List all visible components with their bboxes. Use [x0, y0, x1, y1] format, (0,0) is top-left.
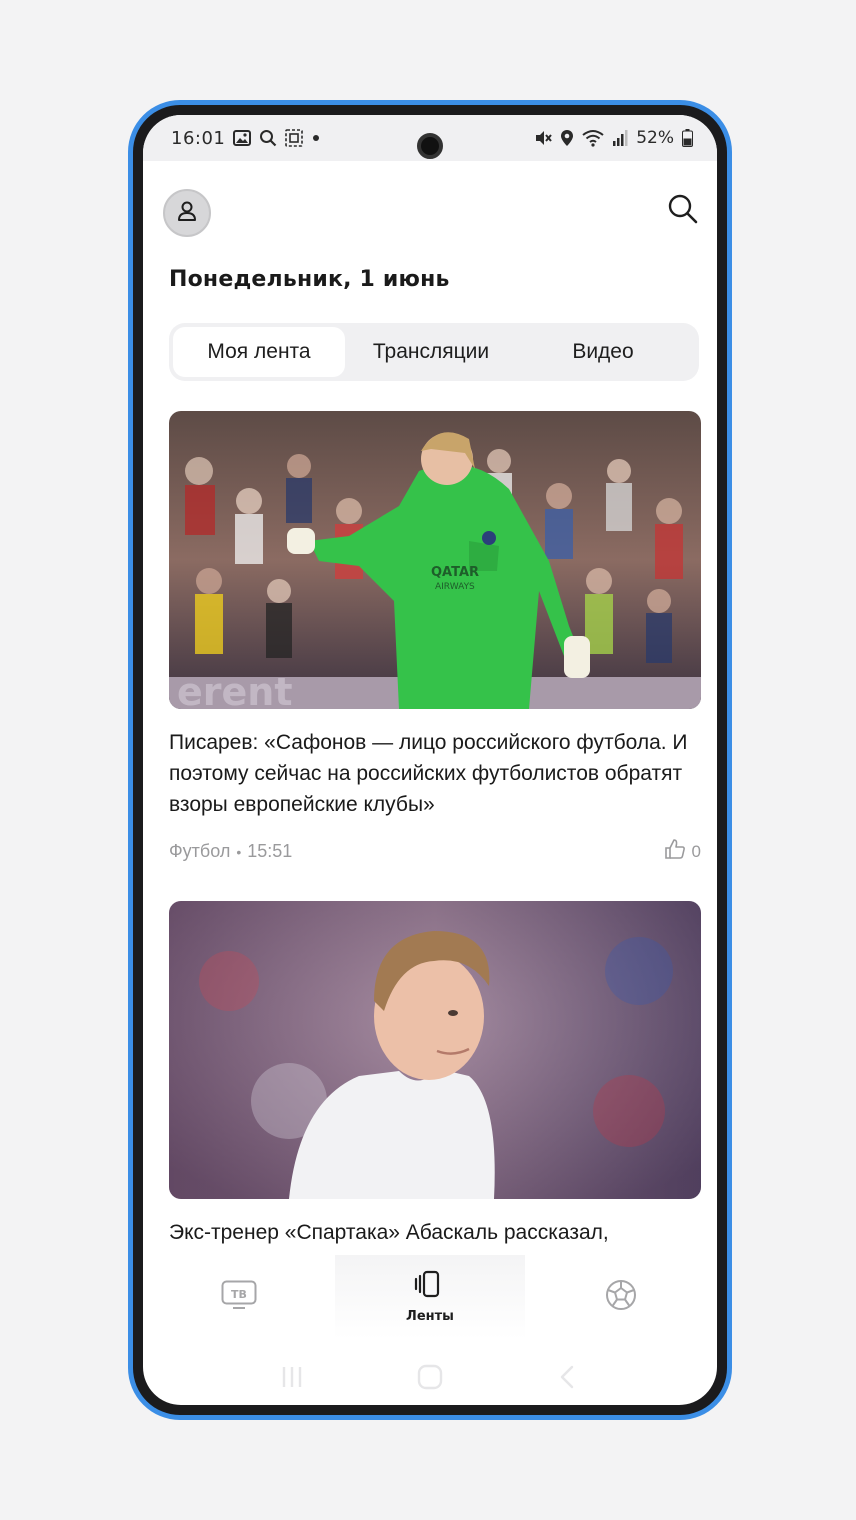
search-button[interactable]	[665, 193, 701, 229]
battery-percent: 52%	[636, 128, 674, 148]
article-card[interactable]: erent QATAR AIRWAYS Писарев: «Сафонов — …	[169, 411, 701, 865]
soccer-ball-icon	[605, 1279, 637, 1316]
wifi-icon	[582, 129, 604, 147]
svg-text:QATAR: QATAR	[431, 565, 479, 580]
feeds-icon	[414, 1270, 446, 1303]
recent-apps-icon[interactable]	[278, 1363, 306, 1396]
search-icon	[667, 193, 699, 230]
back-icon[interactable]	[554, 1363, 582, 1396]
dot-icon	[311, 133, 321, 143]
article-card[interactable]: Экс-тренер «Спартака» Абаскаль рассказал…	[169, 901, 701, 1248]
meta-separator: •	[236, 843, 242, 860]
nav-feeds[interactable]: Ленты	[334, 1255, 525, 1339]
feed-tabs: Моя лента Трансляции Видео	[169, 323, 699, 381]
screen: 16:01 52% Понедельник, 1 июнь Моя лента …	[143, 115, 717, 1405]
nav-tv[interactable]: ТВ	[144, 1255, 334, 1339]
svg-text:erent: erent	[177, 670, 293, 709]
profile-button[interactable]	[163, 189, 211, 237]
mute-icon	[534, 129, 552, 147]
screenshot-icon	[285, 129, 304, 147]
article-meta: Футбол • 15:51 0	[169, 838, 701, 865]
signal-icon	[612, 129, 628, 147]
nav-feeds-label: Ленты	[406, 1309, 454, 1324]
like-button[interactable]: 0	[664, 838, 701, 865]
app-header	[143, 171, 717, 243]
bottom-navigation: ТВ Ленты	[143, 1255, 717, 1339]
phone-bezel: 16:01 52% Понедельник, 1 июнь Моя лента …	[133, 105, 727, 1415]
system-navigation	[143, 1349, 717, 1405]
tv-icon: ТВ	[221, 1280, 257, 1315]
article-category: Футбол	[169, 841, 231, 861]
home-icon[interactable]	[416, 1363, 444, 1396]
tab-broadcasts[interactable]: Трансляции	[345, 327, 517, 377]
article-time: 15:51	[247, 841, 293, 861]
image-icon	[233, 130, 252, 146]
article-image[interactable]: erent QATAR AIRWAYS	[169, 411, 701, 709]
article-title[interactable]: Писарев: «Сафонов — лицо российского фут…	[169, 727, 701, 820]
status-bar-left: 16:01	[171, 128, 321, 149]
svg-text:AIRWAYS: AIRWAYS	[435, 582, 475, 592]
user-icon	[176, 199, 198, 228]
phone-frame: 16:01 52% Понедельник, 1 июнь Моя лента …	[128, 100, 732, 1420]
location-icon	[560, 129, 574, 147]
nav-sports[interactable]	[526, 1255, 716, 1339]
battery-icon	[682, 129, 693, 147]
tab-video[interactable]: Видео	[517, 327, 689, 377]
like-count: 0	[691, 841, 701, 861]
front-camera	[417, 133, 443, 159]
status-bar-right: 52%	[534, 128, 693, 148]
tab-my-feed[interactable]: Моя лента	[173, 327, 345, 377]
article-image[interactable]	[169, 901, 701, 1199]
search-icon	[259, 129, 277, 147]
page-title: Понедельник, 1 июнь	[169, 267, 450, 292]
thumbs-up-icon	[664, 838, 686, 865]
article-meta-left: Футбол • 15:51	[169, 841, 292, 862]
svg-text:ТВ: ТВ	[231, 1288, 247, 1301]
status-time: 16:01	[171, 127, 226, 149]
article-title[interactable]: Экс-тренер «Спартака» Абаскаль рассказал…	[169, 1217, 701, 1248]
